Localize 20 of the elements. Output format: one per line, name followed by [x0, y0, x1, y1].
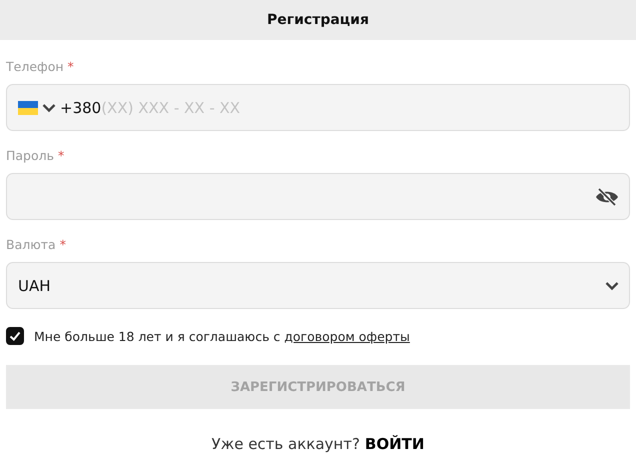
consent-text: Мне больше 18 лет и я соглашаюсь с договором оферты — [34, 328, 410, 344]
offer-link[interactable]: договором оферты — [284, 328, 410, 344]
field-label: Валюта — [6, 236, 56, 252]
chevron-down-icon[interactable] — [42, 102, 56, 112]
login-link[interactable]: ВОЙТИ — [364, 435, 424, 453]
required-mark: * — [58, 148, 64, 162]
page-title: Регистрация — [267, 12, 369, 28]
field-label: Пароль — [6, 148, 54, 162]
flag-icon — [18, 100, 38, 114]
check-icon — [8, 329, 22, 343]
chevron-down-icon — [605, 280, 619, 290]
checkbox[interactable] — [6, 327, 24, 345]
phone-prefix: +380 — [60, 98, 102, 116]
currency-select[interactable]: UAH — [6, 262, 630, 309]
password-field[interactable] — [6, 173, 630, 220]
login-prompt: Уже есть аккаунт? — [212, 435, 360, 453]
required-mark: * — [68, 58, 74, 74]
required-mark: * — [60, 236, 66, 252]
eye-slash-icon[interactable] — [595, 188, 619, 206]
field-label: Телефон — [6, 58, 64, 74]
